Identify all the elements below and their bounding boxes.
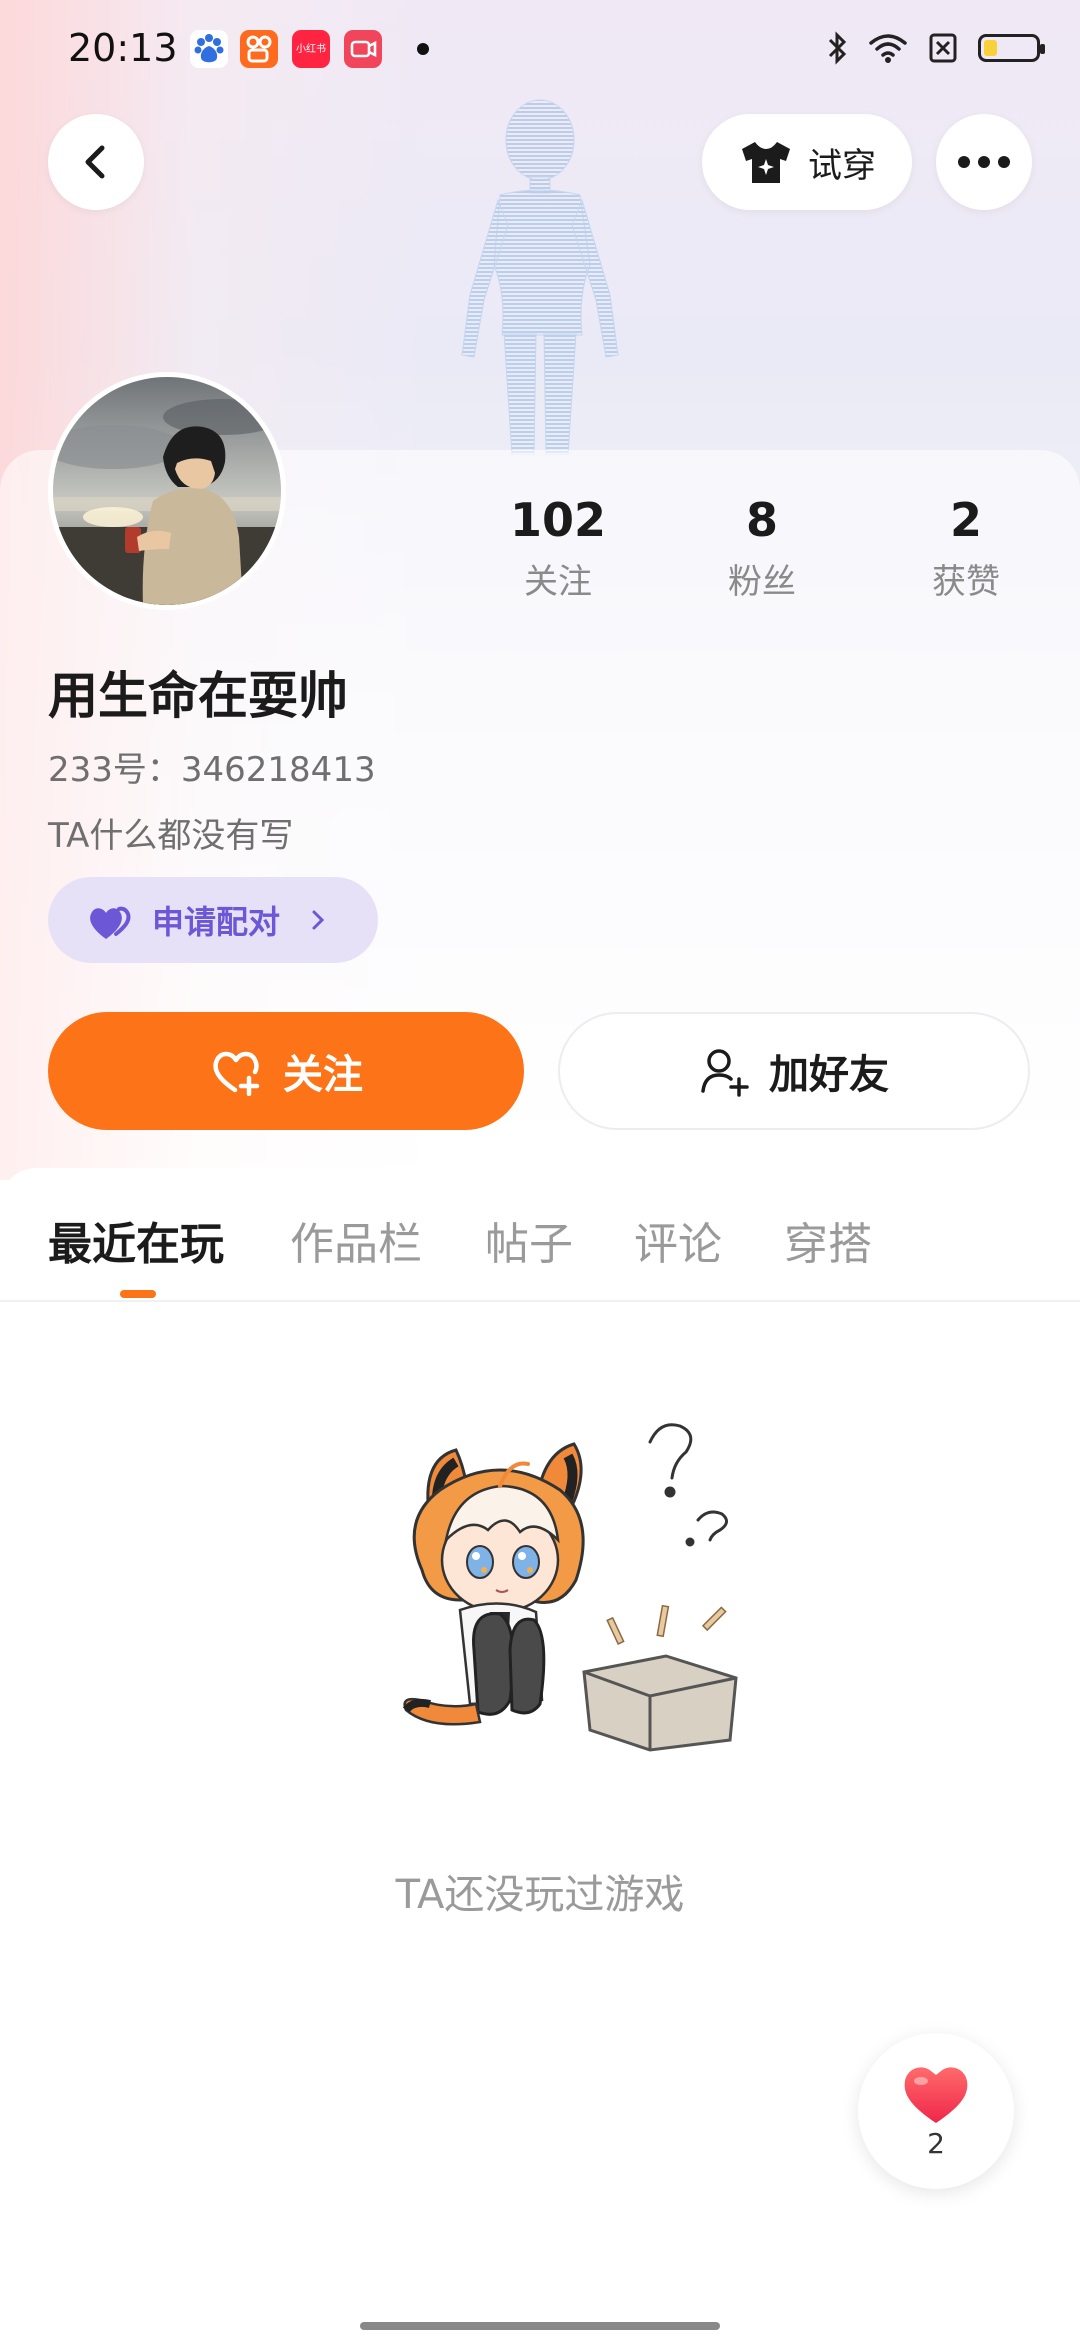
empty-state-illustration [402,1423,738,1752]
avatar-image [53,377,281,605]
double-heart-icon [90,906,131,939]
follow-button[interactable]: 关注 [48,1012,524,1130]
tshirt-icon [742,142,790,183]
system-icons [826,28,1045,68]
tab-works[interactable]: 作品栏 [290,1208,422,1272]
profile-name: 用生命在耍帅 [48,667,348,725]
heart-icon [904,2066,968,2123]
add-friend-button[interactable]: 加好友 [558,1012,1030,1130]
avatar-hologram-figure [461,99,619,455]
try-on-button[interactable]: 试穿 [702,114,912,210]
battery-icon [978,34,1045,62]
avatar[interactable] [48,372,286,610]
clock: 20:13 [68,26,178,70]
like-button[interactable]: 2 [858,2033,1014,2189]
wifi-icon [869,34,907,63]
stat-likes-count: 2 [949,493,982,547]
try-on-label: 试穿 [808,145,876,186]
no-sim-icon [929,33,957,63]
stat-following[interactable]: 102 关注 [478,492,638,603]
kuaishou-icon [240,30,278,68]
home-indicator[interactable] [360,2322,720,2330]
stat-likes-label: 获赞 [932,562,1000,602]
status-bar: 20:13 小红书 [0,0,1080,96]
stat-following-count: 102 [509,493,607,547]
like-count: 2 [927,2126,945,2160]
xiaohongshu-label: 小红书 [296,44,326,55]
profile-uid: 233号：346218413 [48,750,376,790]
stat-followers-label: 粉丝 [728,562,796,602]
more-options-button[interactable] [936,114,1032,210]
follow-label: 关注 [283,1052,363,1098]
profile-tabs: 最近在玩 作品栏 帖子 评论 穿搭 [0,1168,1080,1302]
chevron-left-icon [85,145,105,179]
empty-state-text: TA还没玩过游戏 [395,1872,685,1918]
stat-following-label: 关注 [524,562,592,602]
chevron-right-icon [312,910,325,930]
tab-posts[interactable]: 帖子 [485,1208,573,1272]
add-friend-icon [701,1049,749,1097]
stat-followers[interactable]: 8 粉丝 [682,492,842,603]
stat-likes[interactable]: 2 获赞 [886,492,1046,603]
xiaohongshu-icon: 小红书 [292,30,330,68]
active-tab-indicator [120,1290,156,1298]
tab-recently-played[interactable]: 最近在玩 [48,1208,224,1272]
more-dots-icon [958,156,1010,168]
bluetooth-icon [828,31,847,65]
request-pairing-button[interactable]: 申请配对 [48,877,378,963]
profile-bio: TA什么都没有写 [48,816,294,856]
baidu-icon [190,30,228,68]
tab-outfits[interactable]: 穿搭 [784,1208,872,1272]
back-button[interactable] [48,114,144,210]
heart-plus-icon [213,1051,260,1096]
add-friend-label: 加好友 [769,1052,889,1098]
video-app-icon [344,30,382,68]
tab-comments[interactable]: 评论 [634,1208,722,1272]
stat-followers-count: 8 [745,493,778,547]
request-pairing-label: 申请配对 [152,903,281,941]
more-notifications-dot [417,43,429,55]
